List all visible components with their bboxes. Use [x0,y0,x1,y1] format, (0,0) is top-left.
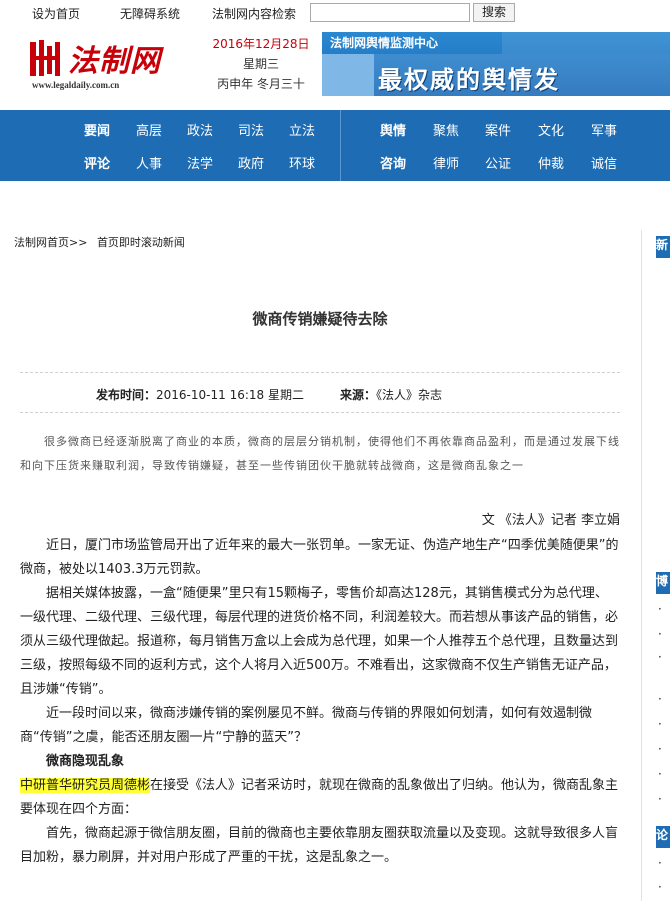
article-byline: 文 《法人》记者 李立娟 [481,513,620,528]
main-nav: 要闻 高层 政法 司法 立法 舆情 聚焦 案件 文化 军事 评论 人事 法学 政… [0,110,670,181]
article-body: 近日，厦门市场监管局开出了近年来的最大一张罚单。一家无证、伪造产地生产“四季优美… [20,534,620,870]
site-logo[interactable]: 法制网 www.legaldaily.com.cn [28,36,168,90]
sidebar-item[interactable]: · [658,650,670,664]
nav-zhongcai[interactable]: 仲裁 [538,153,564,172]
divider [20,372,620,373]
nav-lifa[interactable]: 立法 [289,120,315,139]
breadcrumb: 法制网首页>> 首页即时滚动新闻 [14,234,191,250]
banner-map-decoration [322,54,374,96]
nav-junshi[interactable]: 军事 [591,120,617,139]
paragraph: 首先，微商起源于微信朋友圈，目前的微商也主要依靠朋友圈获取流量以及变现。这就导致… [20,826,619,865]
site-header: 法制网 www.legaldaily.com.cn 2016年12月28日 星期… [0,26,670,110]
nav-pinglun[interactable]: 评论 [84,153,110,172]
banner-decoration [502,32,670,54]
sidebar-item[interactable]: · [658,856,670,870]
nav-yuqing[interactable]: 舆情 [380,120,406,139]
nav-zhengfu[interactable]: 政府 [238,153,264,172]
banner-top-text: 法制网舆情监测中心 [330,36,439,50]
nav-huanqiu[interactable]: 环球 [289,153,315,172]
sidebar-item[interactable]: · [658,717,670,731]
date-box: 2016年12月28日 星期三 丙申年 冬月三十 [206,34,316,94]
nav-wenhua[interactable]: 文化 [538,120,564,139]
sidebar-item[interactable]: · [658,742,670,756]
breadcrumb-home-link[interactable]: 法制网首页>> [14,236,87,249]
sidebar-item[interactable]: · [658,767,670,781]
sidebar-tab-blog[interactable]: 博 [656,572,670,594]
article-summary: 很多微商已经逐渐脱离了商业的本质，微商的层层分销机制，使得他们不再依靠商品盈利，… [20,435,620,472]
sidebar-item[interactable]: · [658,880,670,894]
set-homepage-link[interactable]: 设为首页 [32,5,80,22]
nav-gongzheng[interactable]: 公证 [485,153,511,172]
accessibility-link[interactable]: 无障碍系统 [120,5,180,22]
nav-jujiao[interactable]: 聚焦 [433,120,459,139]
section-heading: 微商隐现乱象 [46,754,125,769]
nav-zhengfa[interactable]: 政法 [187,120,213,139]
publish-label: 发布时间： [96,388,157,402]
search-input[interactable] [310,3,470,22]
sidebar-item[interactable]: · [658,692,670,706]
nav-gaoceng[interactable]: 高层 [136,120,162,139]
publish-time: 2016-10-11 16:18 星期二 [156,388,304,402]
top-utility-bar: 设为首页 无障碍系统 法制网内容检索 搜索 [0,0,670,26]
nav-anjian[interactable]: 案件 [485,120,511,139]
nav-zixun[interactable]: 咨询 [380,153,406,172]
sidebar-tab-forum[interactable]: 论 [656,826,670,848]
nav-chengxin[interactable]: 诚信 [591,153,617,172]
source-value: 《法人》杂志 [376,388,443,402]
sidebar-tab-news[interactable]: 新 [656,236,670,258]
source-label: 来源： [340,388,377,402]
nav-lvshi[interactable]: 律师 [433,153,459,172]
nav-yaowen[interactable]: 要闻 [84,120,110,139]
nav-divider [340,110,341,181]
paragraph: 近一段时间以来，微商涉嫌传销的案例屡见不鲜。微商与传销的界限如何划清，如何有效遏… [20,706,593,745]
opinion-monitor-banner[interactable]: 法制网舆情监测中心 最权威的舆情发 [322,32,670,96]
nav-renshi[interactable]: 人事 [136,153,162,172]
logo-mark-icon [30,40,60,76]
paragraph: 近日，厦门市场监管局开出了近年来的最大一张罚单。一家无证、伪造产地生产“四季优美… [20,538,619,577]
logo-text: 法制网 [68,44,161,79]
highlighted-name: 中研普华研究员周德彬 [20,778,151,793]
current-date: 2016年12月28日 [212,37,310,51]
article-source: 来源：《法人》杂志 [340,386,442,403]
article-title: 微商传销嫌疑待去除 [252,310,388,328]
sidebar-item[interactable]: · [658,792,670,806]
paragraph: 中研普华研究员周德彬在接受《法人》记者采访时，就现在微商的乱象做出了归纳。他认为… [20,774,620,822]
divider [20,412,620,413]
nav-faxue[interactable]: 法学 [187,153,213,172]
breadcrumb-current[interactable]: 首页即时滚动新闻 [97,236,185,249]
right-sidebar: 新 博 · · · · · · · · 论 · · [648,230,670,901]
search-button[interactable]: 搜索 [473,3,515,22]
paragraph: 据相关媒体披露，一盒“随便果”里只有15颗梅子，零售价却高达128元，其销售模式… [20,586,619,697]
logo-url: www.legaldaily.com.cn [32,80,120,90]
sidebar-border [641,230,642,901]
nav-sifa[interactable]: 司法 [238,120,264,139]
search-label: 法制网内容检索 [212,7,297,21]
banner-main-text: 最权威的舆情发 [378,66,560,94]
sidebar-item[interactable]: · [658,602,670,616]
article-meta: 发布时间：2016-10-11 16:18 星期二 来源：《法人》杂志 [96,386,442,403]
current-weekday: 星期三 [242,57,279,71]
lunar-date: 丙申年 冬月三十 [217,77,305,91]
sidebar-item[interactable]: · [658,627,670,641]
